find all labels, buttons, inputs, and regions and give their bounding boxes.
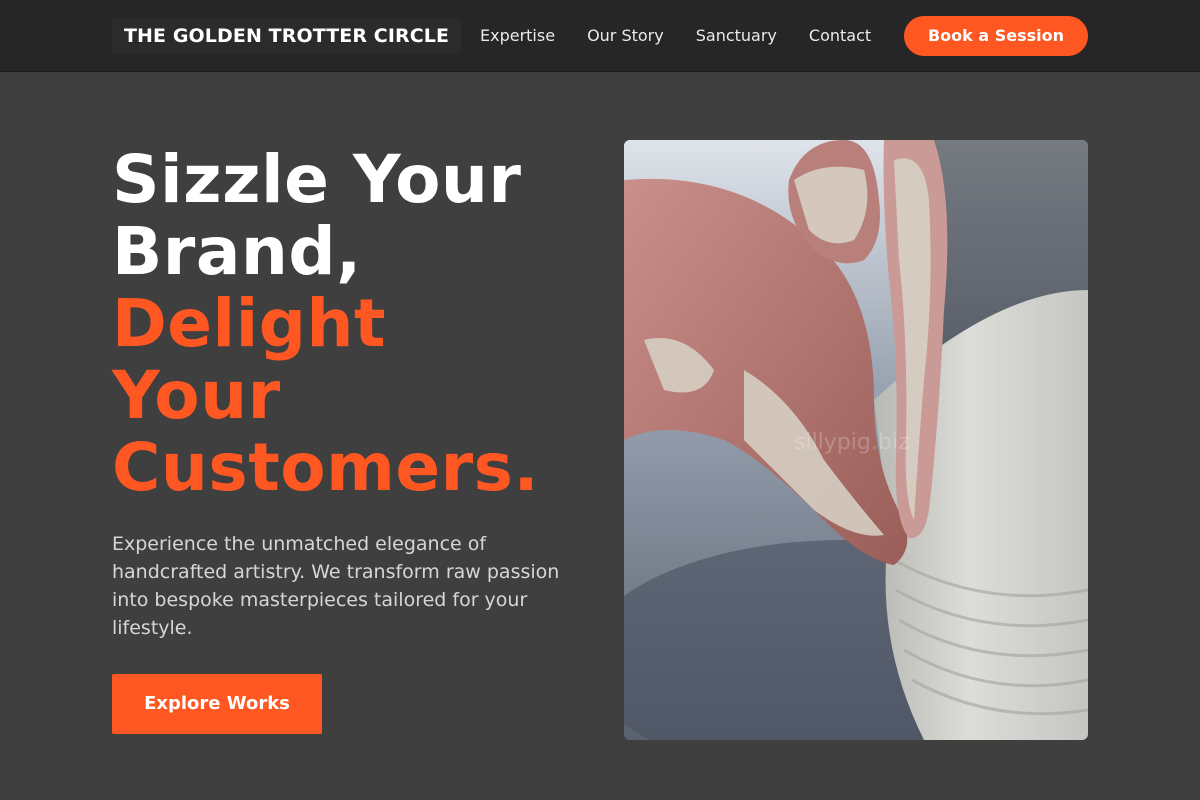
image-watermark: sillypig.biz — [794, 430, 910, 455]
hero-headline-line: Brand, — [112, 213, 362, 290]
nav-link-sanctuary[interactable]: Sanctuary — [680, 3, 793, 69]
site-header: THE GOLDEN TROTTER CIRCLE Expertise Our … — [0, 0, 1200, 72]
hero-headline: Sizzle Your Brand, Delight Your Customer… — [112, 144, 602, 504]
site-logo[interactable]: THE GOLDEN TROTTER CIRCLE — [112, 18, 462, 54]
hero-headline-accent-line: Your — [112, 357, 281, 434]
nav-link-contact[interactable]: Contact — [793, 3, 887, 69]
hero-image-pottery-hands: sillypig.biz — [624, 140, 1088, 740]
nav-link-our-story[interactable]: Our Story — [571, 3, 680, 69]
nav-link-expertise[interactable]: Expertise — [464, 3, 571, 69]
hero-headline-accent-line: Customers. — [112, 429, 540, 506]
book-session-button[interactable]: Book a Session — [904, 16, 1088, 56]
hero-headline-accent-line: Delight — [112, 285, 387, 362]
explore-works-button[interactable]: Explore Works — [112, 674, 322, 734]
hero-headline-line: Sizzle Your — [112, 141, 522, 218]
main-nav: Expertise Our Story Sanctuary Contact — [464, 0, 887, 72]
hero-description: Experience the unmatched elegance of han… — [112, 533, 560, 639]
